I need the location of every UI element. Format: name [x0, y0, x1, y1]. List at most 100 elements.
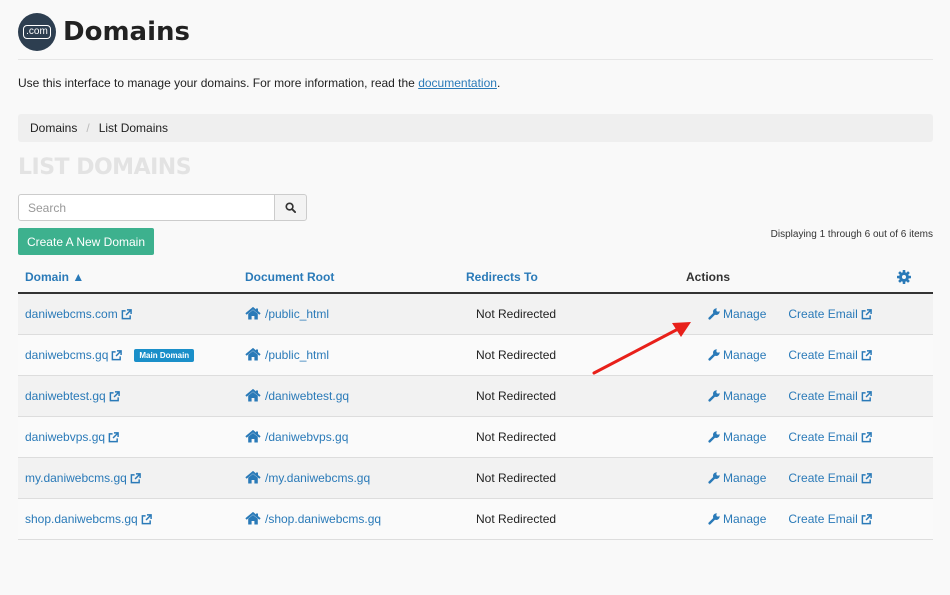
manage-link[interactable]: Manage: [708, 430, 766, 444]
external-link-icon: [108, 431, 119, 442]
document-root-link[interactable]: /my.daniwebcms.gq: [265, 471, 370, 485]
breadcrumb-domains[interactable]: Domains: [30, 121, 77, 135]
document-root-cell: /shop.daniwebcms.gq: [238, 498, 459, 540]
domain-cell: daniwebvps.gq: [18, 416, 238, 458]
document-root-link[interactable]: /public_html: [265, 307, 329, 321]
document-root-cell: /daniwebvps.gq: [238, 416, 459, 458]
domain-link[interactable]: my.daniwebcms.gq: [25, 471, 127, 485]
external-link-icon: [112, 349, 123, 360]
document-root-cell: /public_html: [238, 293, 459, 335]
column-header-redirects[interactable]: Redirects To: [459, 262, 680, 294]
main-domain-badge: Main Domain: [134, 348, 195, 362]
redirect-status: Not Redirected: [459, 334, 680, 376]
manage-link[interactable]: Manage: [708, 389, 766, 403]
document-root-link[interactable]: /daniwebtest.gq: [265, 389, 349, 403]
external-link-icon: [130, 472, 141, 483]
redirect-status: Not Redirected: [459, 498, 680, 540]
create-email-link[interactable]: Create Email: [788, 430, 872, 444]
home-icon: [245, 470, 261, 483]
actions-cell: Manage Create Email: [680, 498, 897, 540]
column-header-document-root[interactable]: Document Root: [238, 262, 459, 294]
redirect-status: Not Redirected: [459, 375, 680, 417]
create-email-link[interactable]: Create Email: [788, 307, 872, 321]
manage-link[interactable]: Manage: [708, 307, 766, 321]
wrench-icon: [708, 512, 720, 525]
wrench-icon: [708, 389, 720, 402]
actions-cell: Manage Create Email: [680, 334, 897, 376]
create-email-link[interactable]: Create Email: [788, 348, 872, 362]
domains-logo-icon: .com: [18, 13, 56, 51]
domain-cell: my.daniwebcms.gq: [18, 457, 238, 499]
home-icon: [245, 511, 261, 524]
table-settings[interactable]: [897, 262, 933, 294]
home-icon: [245, 388, 261, 401]
home-icon: [245, 347, 261, 360]
gear-icon[interactable]: [897, 270, 911, 284]
redirect-status: Not Redirected: [459, 293, 680, 335]
domain-cell: daniwebcms.com: [18, 293, 238, 335]
external-link-icon: [861, 349, 872, 360]
table-row: daniwebtest.gq/daniwebtest.gq Not Redirec…: [18, 375, 933, 417]
create-email-link[interactable]: Create Email: [788, 471, 872, 485]
actions-cell: Manage Create Email: [680, 293, 897, 335]
search-button[interactable]: [274, 194, 307, 221]
redirect-status: Not Redirected: [459, 457, 680, 499]
create-email-link[interactable]: Create Email: [788, 389, 872, 403]
redirect-status: Not Redirected: [459, 416, 680, 458]
search-input[interactable]: [18, 194, 275, 221]
page-header: .com Domains: [18, 13, 190, 51]
empty-cell: [897, 498, 933, 540]
table-row: daniwebvps.gq/daniwebvps.gq Not Redirecte…: [18, 416, 933, 458]
intro-text: Use this interface to manage your domain…: [18, 76, 501, 90]
header-divider: [18, 59, 933, 60]
manage-link[interactable]: Manage: [708, 512, 766, 526]
documentation-link[interactable]: documentation: [418, 76, 497, 90]
page-title: Domains: [63, 17, 190, 47]
actions-cell: Manage Create Email: [680, 457, 897, 499]
wrench-icon: [708, 348, 720, 361]
manage-link[interactable]: Manage: [708, 471, 766, 485]
empty-cell: [897, 293, 933, 335]
column-header-actions: Actions: [680, 262, 897, 294]
table-row: shop.daniwebcms.gq/shop.daniwebcms.gq Not…: [18, 498, 933, 540]
table-row: daniwebcms.com/public_html Not Redirected…: [18, 293, 933, 335]
external-link-icon: [109, 390, 120, 401]
document-root-link[interactable]: /daniwebvps.gq: [265, 430, 348, 444]
domain-link[interactable]: daniwebtest.gq: [25, 389, 106, 403]
manage-link[interactable]: Manage: [708, 348, 766, 362]
create-email-link[interactable]: Create Email: [788, 512, 872, 526]
actions-cell: Manage Create Email: [680, 416, 897, 458]
document-root-cell: /daniwebtest.gq: [238, 375, 459, 417]
domain-cell: shop.daniwebcms.gq: [18, 498, 238, 540]
external-link-icon: [141, 513, 152, 524]
wrench-icon: [708, 430, 720, 443]
domain-cell: daniwebcms.gq Main Domain: [18, 334, 238, 376]
create-domain-button[interactable]: Create A New Domain: [18, 228, 154, 255]
external-link-icon: [121, 308, 132, 320]
empty-cell: [897, 416, 933, 458]
actions-cell: Manage Create Email: [680, 375, 897, 417]
domain-cell: daniwebtest.gq: [18, 375, 238, 417]
document-root-cell: /my.daniwebcms.gq: [238, 457, 459, 499]
domain-link[interactable]: shop.daniwebcms.gq: [25, 512, 138, 526]
domain-link[interactable]: daniwebvps.gq: [25, 430, 105, 444]
display-count: Displaying 1 through 6 out of 6 items: [770, 229, 933, 240]
document-root-link[interactable]: /shop.daniwebcms.gq: [265, 512, 381, 526]
empty-cell: [897, 457, 933, 499]
external-link-icon: [861, 431, 872, 442]
breadcrumb-separator: /: [86, 121, 90, 135]
external-link-icon: [861, 513, 872, 524]
section-title: LIST DOMAINS: [18, 155, 192, 180]
home-icon: [245, 429, 261, 442]
column-header-domain[interactable]: Domain ▲: [18, 262, 238, 294]
document-root-cell: /public_html: [238, 334, 459, 376]
home-icon: [245, 306, 261, 320]
domain-link[interactable]: daniwebcms.gq: [25, 348, 108, 362]
table-header-row: Domain ▲ Document Root Redirects To Acti…: [18, 262, 933, 294]
domain-link[interactable]: daniwebcms.com: [25, 307, 118, 321]
document-root-link[interactable]: /public_html: [265, 348, 329, 362]
empty-cell: [897, 375, 933, 417]
domains-table: Domain ▲ Document Root Redirects To Acti…: [18, 262, 933, 540]
search-icon: [285, 202, 296, 213]
table-row: my.daniwebcms.gq/my.daniwebcms.gq Not Red…: [18, 457, 933, 499]
